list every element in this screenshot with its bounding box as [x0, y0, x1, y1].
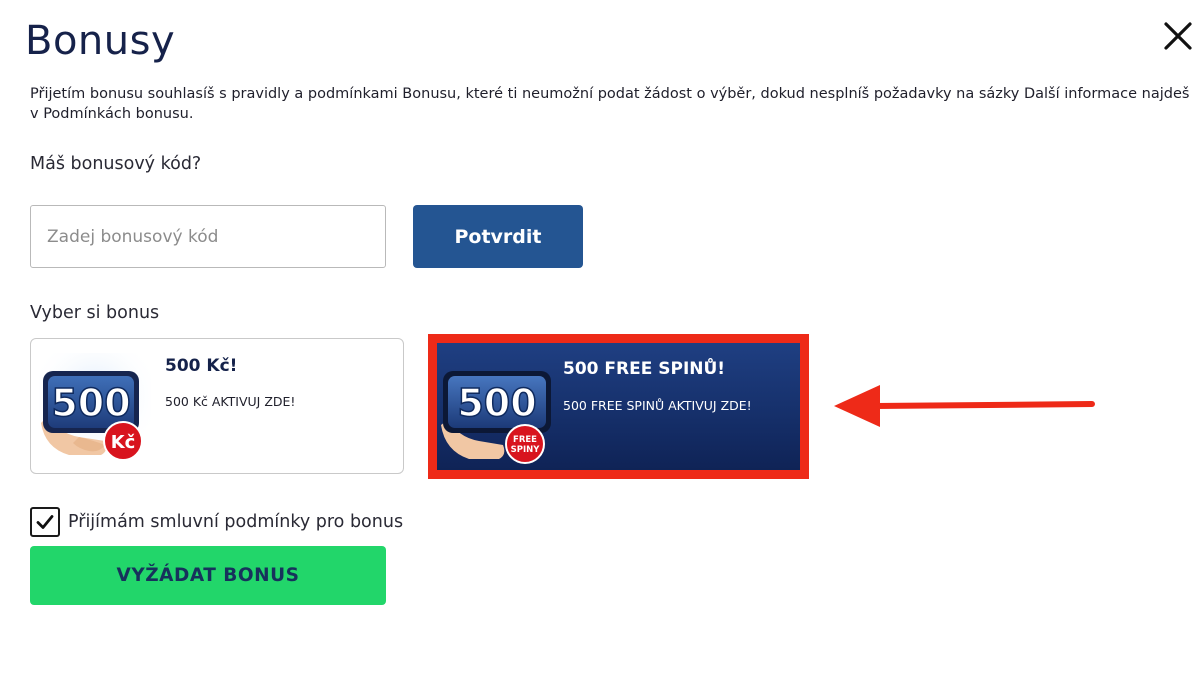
bonus-free-spins-badge-line1: FREE [513, 435, 537, 445]
confirm-button[interactable]: Potvrdit [413, 205, 583, 268]
choose-bonus-label: Vyber si bonus [30, 303, 160, 323]
bonus-500-kc-image: 500 Kč [39, 353, 151, 463]
bonus-500-kc-image-number: 500 [51, 381, 130, 425]
bonus-code-label: Máš bonusový kód? [30, 154, 202, 174]
claim-bonus-button[interactable]: VYŽÁDAT BONUS [30, 546, 386, 605]
bonus-option-500-kc[interactable]: 500 Kč 500 Kč! 500 Kč AKTIVUJ ZDE! [30, 338, 404, 474]
bonus-500-free-spins-image: 500 FREE SPINY [441, 371, 551, 464]
bonus-500-kc-image-badge: Kč [111, 432, 136, 453]
bonus-free-spins-image-number: 500 [457, 381, 536, 425]
bonus-option-500-free-spins[interactable]: 500 FREE SPINY 500 FREE SPINŮ! 500 FREE … [437, 343, 800, 470]
terms-checkbox-row[interactable]: Přijímám smluvní podmínky pro bonus [30, 505, 403, 538]
bonus-option-description: 500 FREE SPINŮ AKTIVUJ ZDE! [563, 398, 752, 413]
close-icon[interactable] [1160, 18, 1196, 54]
checkmark-icon [36, 514, 54, 529]
bonus-option-title: 500 FREE SPINŮ! [563, 359, 726, 379]
bonus-code-input[interactable] [30, 205, 386, 268]
bonus-option-description: 500 Kč AKTIVUJ ZDE! [165, 394, 296, 409]
bonus-option-highlight-frame: 500 FREE SPINY 500 FREE SPINŮ! 500 FREE … [428, 334, 809, 479]
bonus-free-spins-badge-line2: SPINY [511, 445, 541, 455]
page-title: Bonusy [25, 18, 176, 64]
close-button[interactable] [1160, 18, 1196, 54]
annotation-arrow-icon [834, 385, 1095, 427]
bonus-option-title: 500 Kč! [165, 356, 238, 376]
bonus-terms-intro: Přijetím bonusu souhlasíš s pravidly a p… [30, 86, 1190, 122]
terms-label: Přijímám smluvní podmínky pro bonus [68, 511, 404, 532]
terms-checkbox[interactable] [30, 506, 60, 537]
